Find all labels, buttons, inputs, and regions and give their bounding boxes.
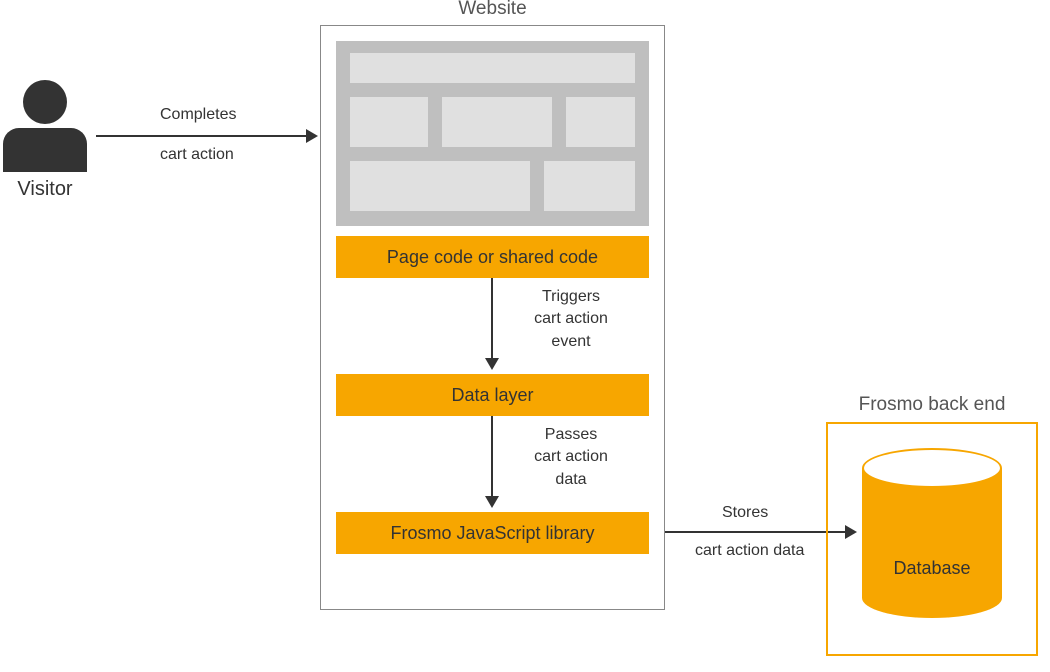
website-title: Website (320, 0, 665, 20)
arrow-stores (665, 531, 845, 533)
page-code-box: Page code or shared code (336, 236, 649, 278)
arrowhead-triggers (485, 358, 499, 370)
arrow-triggers-line2: cart action (506, 308, 636, 330)
wireframe-panel (336, 41, 649, 226)
arrowhead-completes (306, 129, 318, 143)
database-label: Database (862, 558, 1002, 579)
database-icon: Database (862, 448, 1002, 618)
arrow-completes (96, 135, 306, 137)
arrow-completes-line2: cart action (160, 144, 234, 166)
arrow-stores-line1: Stores (722, 502, 768, 524)
arrow-stores-line2: cart action data (695, 540, 804, 562)
arrow-triggers-labels: Triggers cart action event (506, 286, 636, 353)
visitor-icon (0, 80, 90, 172)
arrow-passes-labels: Passes cart action data (506, 424, 636, 491)
website-container: Page code or shared code Triggers cart a… (320, 25, 665, 610)
data-layer-box: Data layer (336, 374, 649, 416)
backend-title: Frosmo back end (826, 394, 1038, 416)
arrowhead-passes (485, 496, 499, 508)
arrow-triggers-line3: event (506, 331, 636, 353)
data-layer-label: Data layer (451, 385, 533, 406)
page-code-label: Page code or shared code (387, 247, 598, 268)
arrow-passes-line2: cart action (506, 446, 636, 468)
visitor-label: Visitor (0, 178, 90, 201)
arrow-passes-line1: Passes (506, 424, 636, 446)
arrow-completes-line1: Completes (160, 104, 236, 126)
arrow-passes (491, 416, 493, 496)
backend-container: Database (826, 422, 1038, 656)
js-library-box: Frosmo JavaScript library (336, 512, 649, 554)
arrow-triggers (491, 278, 493, 358)
arrow-triggers-line1: Triggers (506, 286, 636, 308)
arrow-passes-line3: data (506, 469, 636, 491)
js-library-label: Frosmo JavaScript library (390, 523, 594, 544)
